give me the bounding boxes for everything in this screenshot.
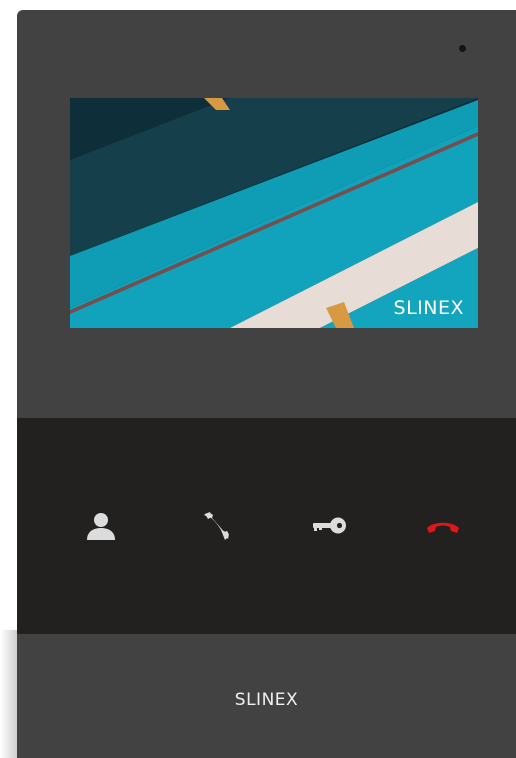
contact-button[interactable] (79, 506, 123, 546)
key-icon (313, 517, 346, 534)
answer-button[interactable] (194, 506, 238, 546)
screen-wallpaper (70, 98, 478, 328)
handset-icon (204, 512, 229, 540)
hangup-button[interactable] (421, 506, 465, 546)
monitor-screen: SLINEX (70, 98, 478, 328)
screen-logo: SLINEX (393, 297, 464, 319)
hangup-icon (427, 522, 459, 533)
intercom-monitor: SLINEX SLINEX (17, 10, 516, 758)
unlock-button[interactable] (308, 506, 352, 546)
bottom-panel: SLINEX (17, 634, 516, 758)
panel-logo: SLINEX (234, 690, 299, 710)
person-icon (87, 513, 115, 540)
control-panel (17, 418, 516, 634)
camera-lens (459, 45, 466, 52)
device-shadow (0, 630, 17, 758)
